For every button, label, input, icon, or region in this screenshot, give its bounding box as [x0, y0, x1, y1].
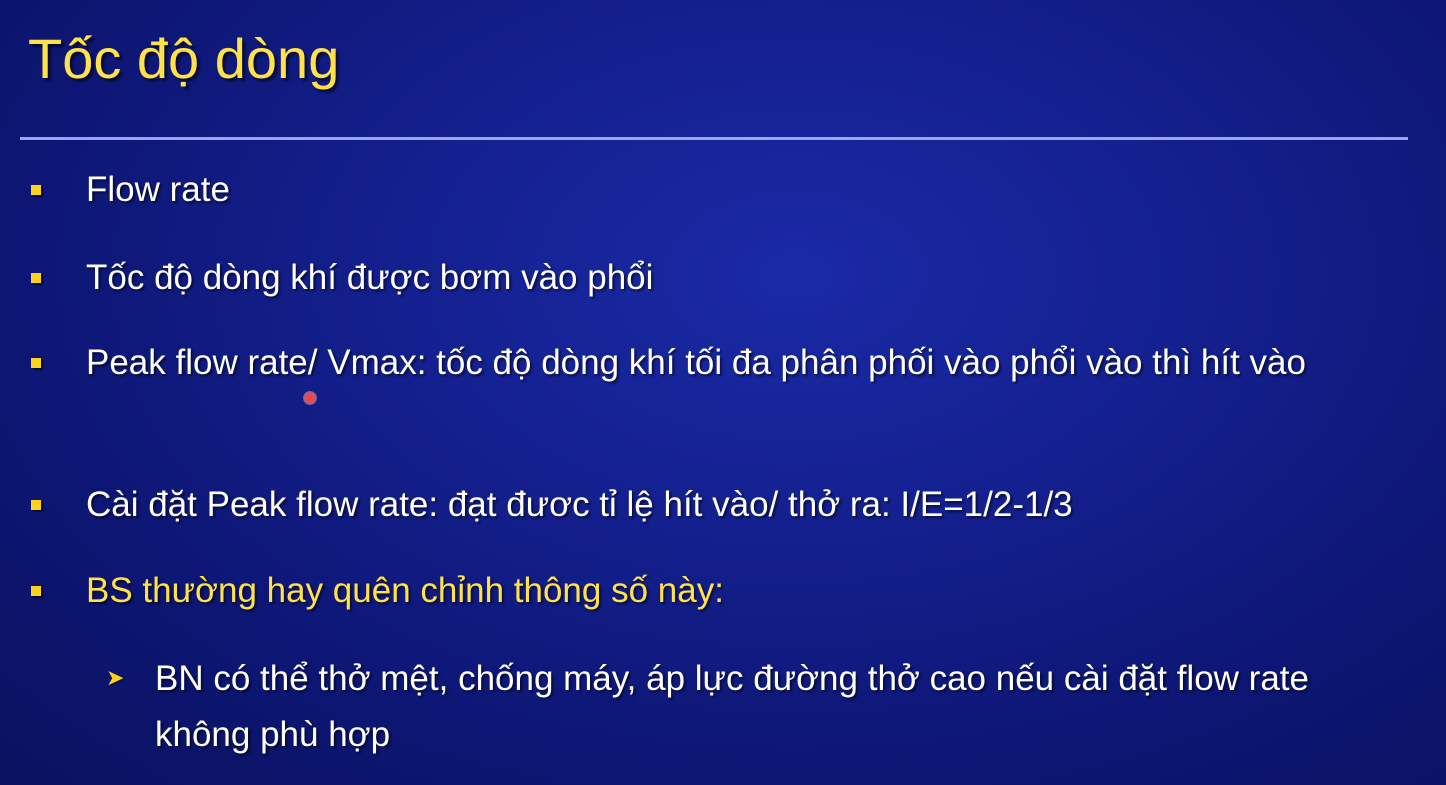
bullet-text-highlight: BS thường hay quên chỉnh thông số này:	[86, 571, 724, 610]
slide-title: Tốc độ dòng	[28, 27, 340, 90]
bullet-text: Tốc độ dòng khí được bơm vào phổi	[86, 258, 654, 297]
arrow-bullet-icon: ➤	[106, 666, 125, 691]
title-divider	[20, 137, 1408, 140]
laser-pointer-icon	[303, 391, 317, 405]
bullet-text: Peak flow rate/ Vmax: tốc độ dòng khí tố…	[86, 343, 1306, 382]
bullet-text: Flow rate	[86, 170, 230, 209]
square-bullet-icon	[31, 185, 41, 195]
square-bullet-icon	[31, 500, 41, 510]
bullet-text: Cài đặt Peak flow rate: đạt đươc tỉ lệ h…	[86, 485, 1073, 524]
sub-bullet-text: BN có thể thở mệt, chống máy, áp lực đườ…	[155, 659, 1309, 754]
square-bullet-icon	[31, 586, 41, 596]
square-bullet-icon	[31, 358, 41, 368]
square-bullet-icon	[31, 273, 41, 283]
